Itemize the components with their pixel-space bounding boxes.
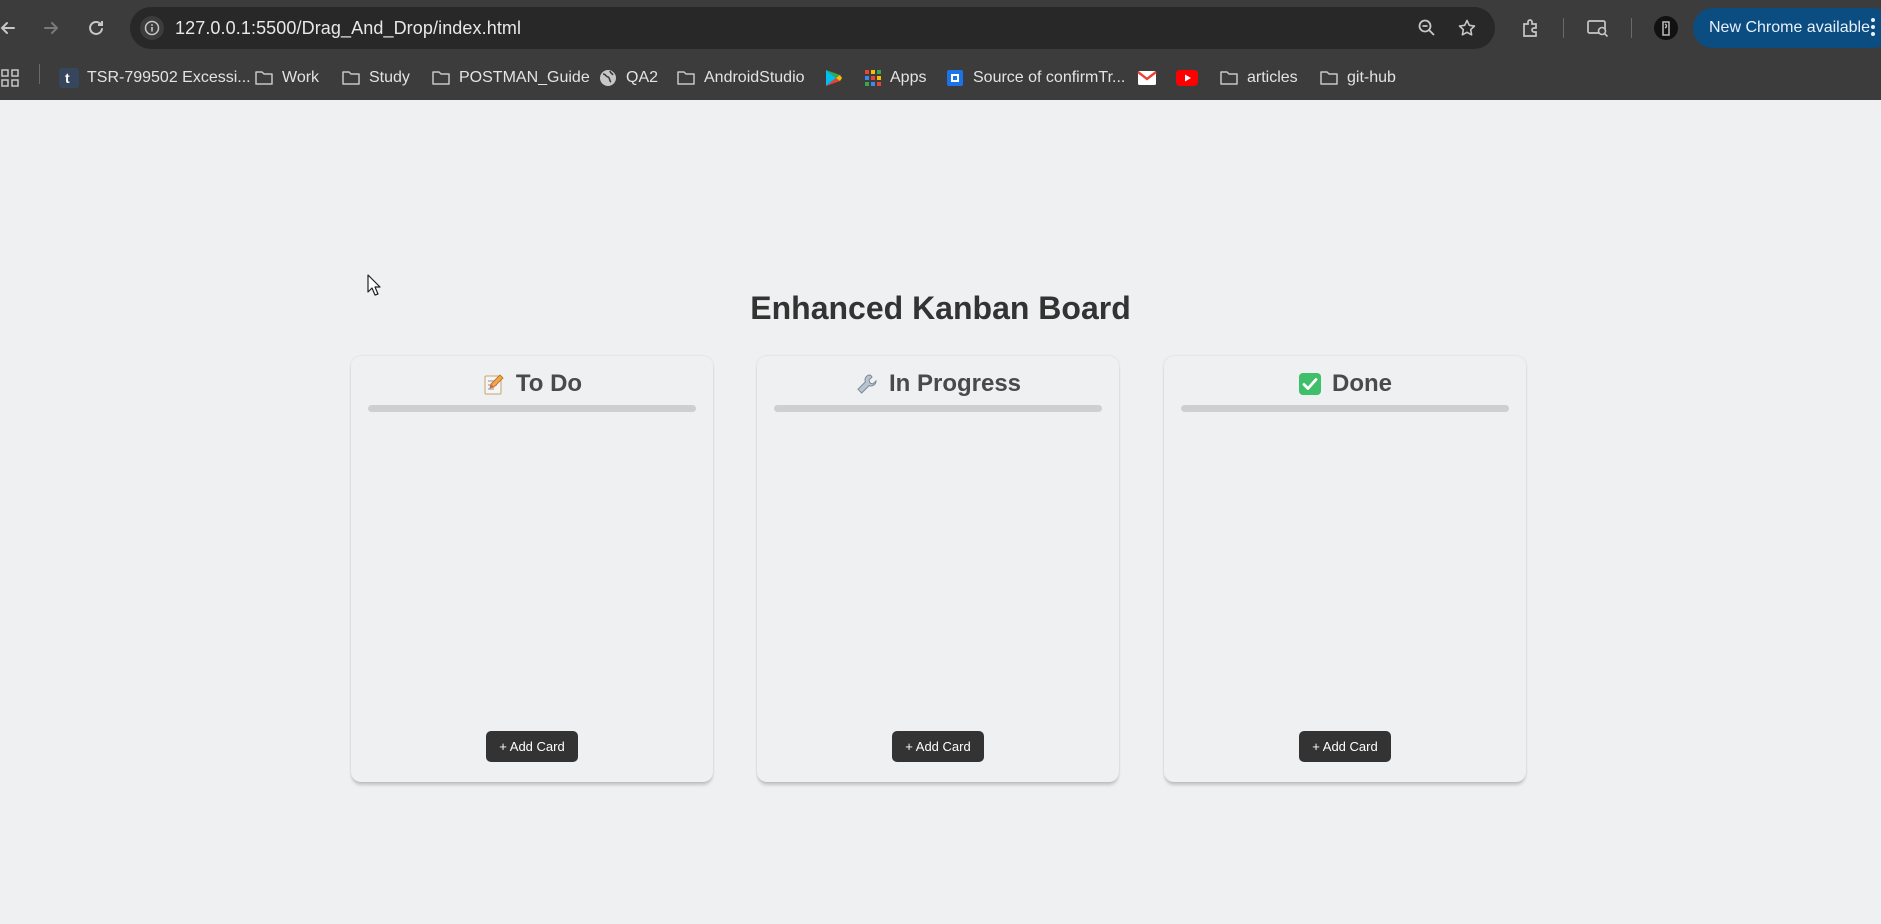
update-label: New Chrome available: [1709, 19, 1870, 36]
media-controls-button[interactable]: [1582, 12, 1614, 44]
apps-grid-icon: [865, 70, 881, 86]
bookmark-item[interactable]: QA2: [598, 66, 658, 90]
add-card-button[interactable]: + Add Card: [1299, 731, 1391, 762]
page-title: Enhanced Kanban Board: [750, 290, 1131, 326]
zoom-icon[interactable]: [1415, 16, 1439, 40]
tumblr-icon: t: [59, 68, 79, 88]
bookmark-item[interactable]: Source of confirmTr...: [945, 66, 1125, 90]
column-divider: [774, 405, 1102, 412]
folder-icon: [677, 71, 695, 85]
globe-icon: [600, 70, 616, 86]
bookmarks-separator: [39, 64, 40, 84]
toolbar-separator: [1563, 18, 1564, 38]
kebab-menu-icon[interactable]: [1869, 16, 1877, 43]
profile-button[interactable]: [1650, 12, 1682, 44]
address-bar[interactable]: 127.0.0.1:5500/Drag_And_Drop/index.html: [130, 7, 1495, 49]
bookmark-item[interactable]: Study: [341, 66, 410, 90]
bookmark-play-store[interactable]: [823, 66, 851, 90]
bookmark-youtube[interactable]: [1176, 66, 1206, 90]
bookmark-site-icon: [947, 70, 963, 86]
bookmark-item[interactable]: articles: [1219, 66, 1298, 90]
play-store-icon: [826, 70, 842, 86]
folder-icon: [342, 71, 360, 85]
all-apps-button[interactable]: [0, 66, 28, 90]
wrench-icon: [855, 372, 879, 396]
bookmark-item[interactable]: Work: [254, 66, 319, 90]
column-in-progress[interactable]: In Progress + Add Card: [757, 356, 1119, 782]
column-divider: [1181, 405, 1509, 412]
media-search-icon: [1587, 20, 1609, 38]
svg-text:t: t: [65, 70, 70, 86]
bookmark-item[interactable]: Apps: [864, 66, 926, 90]
folder-icon: [1320, 71, 1338, 85]
back-button[interactable]: [0, 12, 24, 44]
folder-icon: [432, 71, 450, 85]
browser-chrome: 127.0.0.1:5500/Drag_And_Drop/index.html …: [0, 0, 1881, 100]
forward-arrow-icon: [44, 22, 59, 34]
column-header: To Do: [351, 370, 713, 398]
bookmark-gmail[interactable]: [1137, 66, 1165, 90]
add-card-button[interactable]: + Add Card: [892, 731, 984, 762]
column-title: To Do: [515, 370, 583, 397]
column-title: In Progress: [888, 370, 1022, 397]
bookmark-item[interactable]: git-hub: [1319, 66, 1396, 90]
folder-icon: [1220, 71, 1238, 85]
mouse-cursor-icon: [367, 274, 381, 301]
url-text[interactable]: 127.0.0.1:5500/Drag_And_Drop/index.html: [175, 18, 521, 39]
forward-button[interactable]: [35, 12, 67, 44]
column-header: Done: [1164, 370, 1526, 398]
column-divider: [368, 405, 696, 412]
add-card-button[interactable]: + Add Card: [486, 731, 578, 762]
gmail-icon: [1137, 71, 1157, 85]
extensions-button[interactable]: [1515, 12, 1547, 44]
puzzle-icon: [1523, 19, 1537, 37]
bookmark-item[interactable]: POSTMAN_Guide: [431, 66, 590, 90]
toolbar-separator: [1631, 18, 1632, 38]
back-arrow-icon: [0, 22, 15, 34]
new-chrome-available-button[interactable]: New Chrome available: [1693, 8, 1881, 48]
avatar-icon: [1654, 16, 1678, 40]
reload-icon: [89, 20, 103, 35]
column-done[interactable]: Done + Add Card: [1164, 356, 1526, 782]
column-header: In Progress: [757, 370, 1119, 398]
memo-icon: [482, 372, 506, 396]
bookmark-star-icon[interactable]: [1455, 16, 1479, 40]
column-todo[interactable]: To Do + Add Card: [351, 356, 713, 782]
browser-toolbar: 127.0.0.1:5500/Drag_And_Drop/index.html …: [0, 0, 1881, 56]
bookmarks-bar: t TSR-799502 Excessi... Work Study POSTM…: [0, 56, 1881, 100]
column-title: Done: [1332, 370, 1392, 397]
bookmark-item[interactable]: AndroidStudio: [676, 66, 805, 90]
reload-button[interactable]: [80, 12, 112, 44]
kanban-board: To Do + Add Card In Progress + Add Card …: [351, 356, 1526, 782]
site-info-icon[interactable]: [140, 16, 164, 40]
apps-grid-icon: [1, 69, 19, 87]
bookmark-item[interactable]: t TSR-799502 Excessi...: [59, 66, 251, 90]
folder-icon: [255, 71, 273, 85]
check-mark-icon: [1298, 372, 1322, 396]
youtube-icon: [1176, 70, 1198, 86]
